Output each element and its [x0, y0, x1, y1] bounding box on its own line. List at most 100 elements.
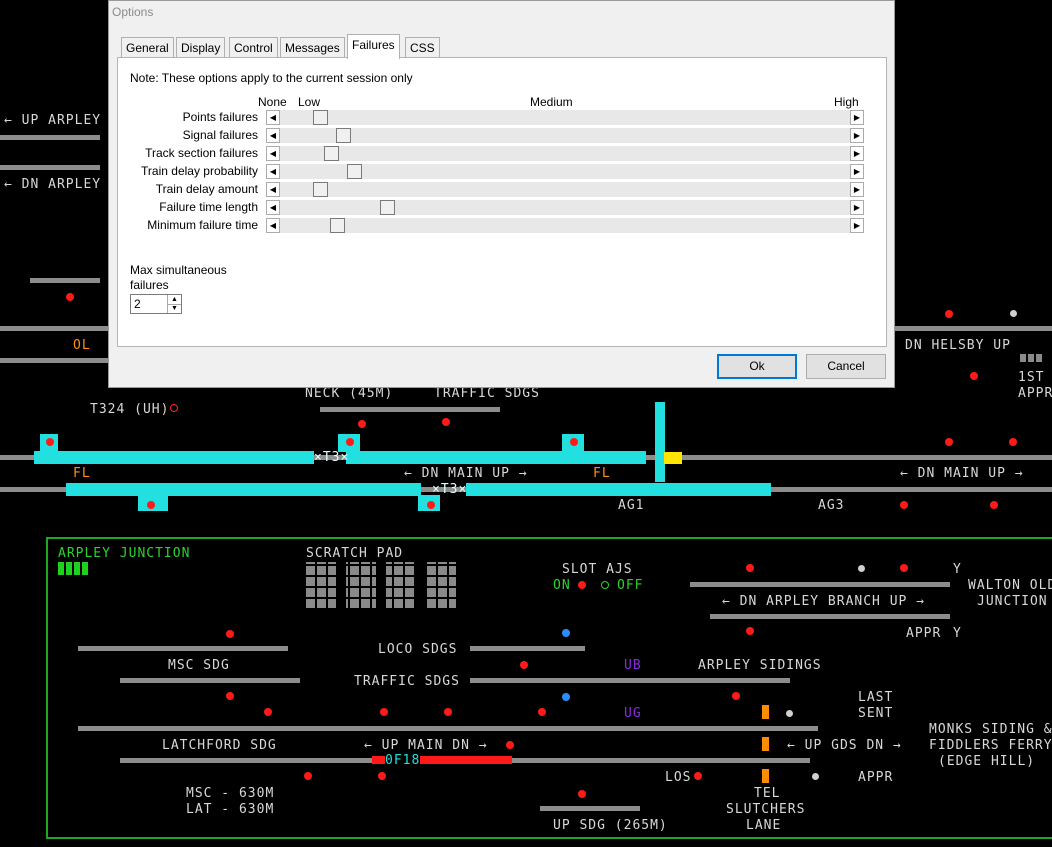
signal-red-icon[interactable]: [226, 692, 234, 700]
slot-on-indicator[interactable]: [578, 581, 586, 589]
track-segment: [0, 135, 100, 140]
signal-red-icon[interactable]: [900, 564, 908, 572]
signal-red-icon[interactable]: [226, 630, 234, 638]
signal-red-icon[interactable]: [264, 708, 272, 716]
signal-white-icon[interactable]: [812, 773, 819, 780]
max-failures-spinner[interactable]: 2 ▲ ▼: [130, 294, 182, 314]
slider-left-arrow-icon[interactable]: ◀: [266, 200, 280, 215]
signal-red-icon[interactable]: [506, 741, 514, 749]
signal-red-icon[interactable]: [378, 772, 386, 780]
failure-slider[interactable]: ◀ ▶: [266, 164, 864, 179]
slider-right-arrow-icon[interactable]: ▶: [850, 200, 864, 215]
signal-red-icon[interactable]: [520, 661, 528, 669]
first-appr-label: 1ST: [1018, 370, 1045, 385]
signal-red-icon[interactable]: [732, 692, 740, 700]
slider-left-arrow-icon[interactable]: ◀: [266, 128, 280, 143]
tab-display[interactable]: Display: [176, 37, 226, 58]
ub-label: UB: [624, 658, 642, 673]
signal-red-icon[interactable]: [444, 708, 452, 716]
signal-white-icon[interactable]: [858, 565, 865, 572]
failure-slider[interactable]: ◀ ▶: [266, 200, 864, 215]
tab-css[interactable]: CSS: [405, 37, 440, 58]
signal-red-icon[interactable]: [442, 418, 450, 426]
tab-messages[interactable]: Messages: [280, 37, 345, 58]
up-sdg-label: UP SDG (265M): [553, 818, 668, 833]
t324-label: T324 (UH): [90, 402, 170, 417]
slider-right-arrow-icon[interactable]: ▶: [850, 128, 864, 143]
fl-label: FL: [73, 466, 91, 481]
slider-left-arrow-icon[interactable]: ◀: [266, 164, 280, 179]
cancel-button[interactable]: Cancel: [806, 354, 886, 379]
signal-red-icon[interactable]: [990, 501, 998, 509]
edge-hill-label: (EDGE HILL): [938, 754, 1036, 769]
slider-left-arrow-icon[interactable]: ◀: [266, 110, 280, 125]
ok-button[interactable]: Ok: [717, 354, 797, 379]
signal-red-icon[interactable]: [147, 501, 155, 509]
signal-red-icon[interactable]: [945, 310, 953, 318]
signal-red-icon[interactable]: [900, 501, 908, 509]
tab-control[interactable]: Control: [229, 37, 278, 58]
signal-red-icon[interactable]: [970, 372, 978, 380]
slider-thumb[interactable]: [330, 218, 345, 233]
tab-general[interactable]: General: [121, 37, 174, 58]
track-segment: [120, 678, 300, 683]
signal-red-icon[interactable]: [66, 293, 74, 301]
failure-slider[interactable]: ◀ ▶: [266, 128, 864, 143]
slider-left-arrow-icon[interactable]: ◀: [266, 182, 280, 197]
signal-red-icon[interactable]: [570, 438, 578, 446]
max-failures-value[interactable]: 2: [134, 297, 141, 311]
failure-slider[interactable]: ◀ ▶: [266, 146, 864, 161]
fringe-indicator: [762, 769, 769, 783]
walton-old-label: WALTON OLD: [968, 578, 1052, 593]
signal-white-icon[interactable]: [786, 710, 793, 717]
track-segment: [470, 646, 585, 651]
signal-red-icon[interactable]: [46, 438, 54, 446]
track-segment: [470, 678, 790, 683]
slider-label: Failure time length: [159, 200, 258, 214]
appr-label: APPR: [1018, 386, 1052, 401]
slider-right-arrow-icon[interactable]: ▶: [850, 164, 864, 179]
signal-icon[interactable]: [170, 404, 178, 412]
signal-red-icon[interactable]: [427, 501, 435, 509]
slider-left-arrow-icon[interactable]: ◀: [266, 218, 280, 233]
tab-failures[interactable]: Failures: [347, 34, 400, 59]
slider-thumb[interactable]: [347, 164, 362, 179]
slot-off-indicator[interactable]: [601, 581, 609, 589]
slider-right-arrow-icon[interactable]: ▶: [850, 110, 864, 125]
signal-white-icon[interactable]: [1010, 310, 1017, 317]
signal-red-icon[interactable]: [538, 708, 546, 716]
signal-red-icon[interactable]: [380, 708, 388, 716]
signal-red-icon[interactable]: [358, 420, 366, 428]
fiddlers-ferry-label: FIDDLERS FERRY: [929, 738, 1052, 753]
slider-left-arrow-icon[interactable]: ◀: [266, 146, 280, 161]
slot-on-label: ON: [553, 578, 571, 593]
shunt-signal-icon[interactable]: [562, 693, 570, 701]
spin-down-icon[interactable]: ▼: [167, 304, 181, 313]
signal-red-icon[interactable]: [578, 790, 586, 798]
signal-red-icon[interactable]: [304, 772, 312, 780]
slider-right-arrow-icon[interactable]: ▶: [850, 146, 864, 161]
signal-red-icon[interactable]: [346, 438, 354, 446]
slider-thumb[interactable]: [380, 200, 395, 215]
failure-slider[interactable]: ◀ ▶: [266, 182, 864, 197]
slider-right-arrow-icon[interactable]: ▶: [850, 218, 864, 233]
slider-thumb[interactable]: [313, 110, 328, 125]
signal-red-icon[interactable]: [1009, 438, 1017, 446]
track-segment: [120, 758, 330, 763]
slider-right-arrow-icon[interactable]: ▶: [850, 182, 864, 197]
signal-red-icon[interactable]: [746, 627, 754, 635]
signal-red-icon[interactable]: [694, 772, 702, 780]
slot-ajs-label: SLOT AJS: [562, 562, 633, 577]
signal-red-icon[interactable]: [746, 564, 754, 572]
slider-thumb[interactable]: [313, 182, 328, 197]
monks-siding-label: MONKS SIDING &: [929, 722, 1052, 737]
shunt-signal-icon[interactable]: [562, 629, 570, 637]
train-id[interactable]: 0F18: [385, 753, 421, 768]
failure-slider[interactable]: ◀ ▶: [266, 218, 864, 233]
failure-slider[interactable]: ◀ ▶: [266, 110, 864, 125]
lane-label: LANE: [746, 818, 782, 833]
slider-thumb[interactable]: [336, 128, 351, 143]
last-label: LAST: [858, 690, 894, 705]
signal-red-icon[interactable]: [945, 438, 953, 446]
slider-thumb[interactable]: [324, 146, 339, 161]
